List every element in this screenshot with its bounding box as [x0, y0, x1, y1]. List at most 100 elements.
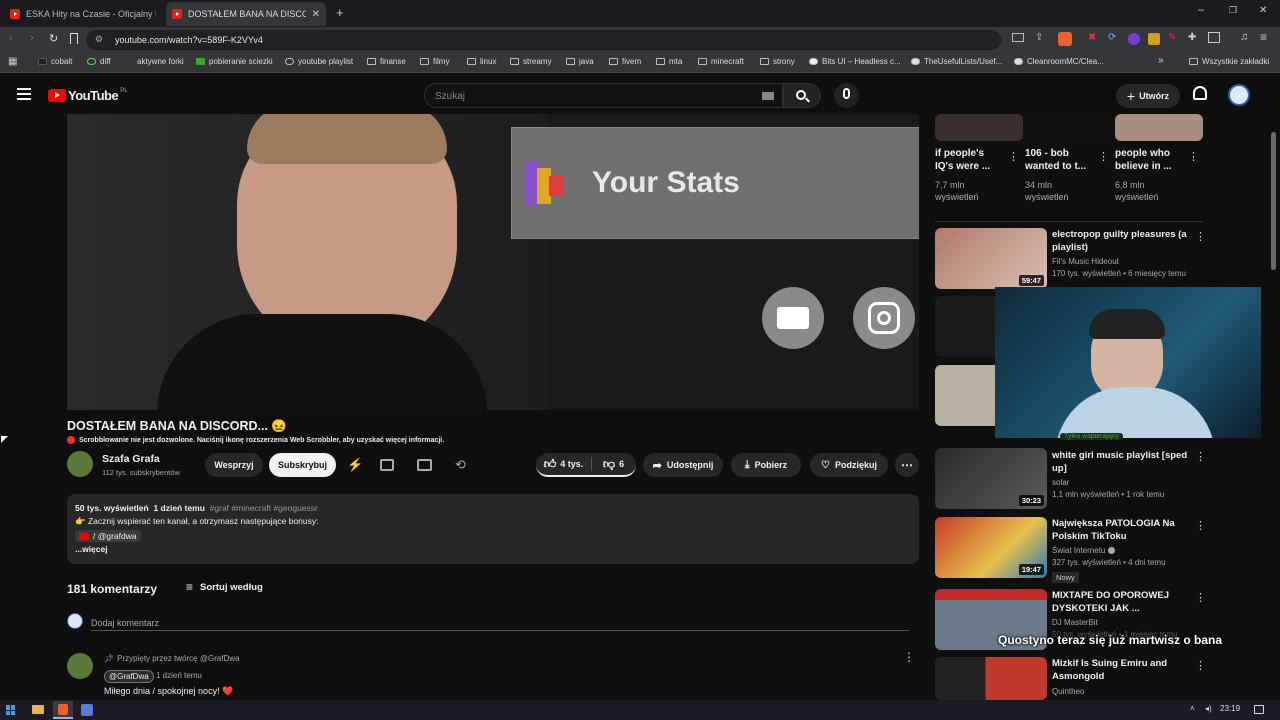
- bookmark-folder[interactable]: finanse: [367, 57, 406, 66]
- channel-link[interactable]: / @grafdwa: [75, 530, 141, 542]
- bookmark-item[interactable]: CleanroomMC/Clea...: [1014, 57, 1104, 66]
- youtube-logo[interactable]: YouTube PL: [48, 88, 128, 103]
- notifications-bell-icon[interactable]: [1193, 86, 1207, 100]
- hamburger-menu-icon[interactable]: [17, 88, 31, 100]
- share-page-icon[interactable]: ⇪: [1035, 32, 1043, 43]
- video-thumbnail[interactable]: 30:23: [935, 448, 1047, 509]
- video-title-link[interactable]: MIXTAPE DO OPOROWEJ DYSKOTEKI JAK ...: [1052, 589, 1188, 615]
- brave-shield-icon[interactable]: [1058, 32, 1072, 46]
- like-button[interactable]: 👍︎ 4 tys.: [537, 457, 591, 472]
- bookmark-item[interactable]: youtube playlist: [285, 57, 353, 66]
- lightning-icon[interactable]: ⚡: [347, 457, 363, 473]
- video-more-icon[interactable]: ⋮: [1195, 519, 1206, 532]
- bookmark-folder[interactable]: linux: [467, 57, 496, 66]
- short-more-icon[interactable]: ⋮: [1008, 150, 1019, 163]
- windows-start-icon[interactable]: [6, 705, 16, 715]
- apps-grid-icon[interactable]: ▦: [8, 56, 17, 67]
- dislike-button[interactable]: 👎︎ 6: [592, 457, 636, 472]
- bookmark-folder[interactable]: fivem: [609, 57, 641, 66]
- show-more-link[interactable]: ...więcej: [75, 544, 108, 554]
- keyboard-icon[interactable]: [762, 92, 774, 100]
- extensions-puzzle-icon[interactable]: ✚: [1188, 32, 1196, 43]
- more-actions-button[interactable]: ⋯: [895, 453, 919, 477]
- avatar[interactable]: [1228, 84, 1250, 106]
- forward-icon[interactable]: ›: [30, 32, 34, 44]
- comment-author[interactable]: @GrafDwa: [104, 670, 154, 683]
- support-button[interactable]: Wesprzyj: [205, 453, 263, 477]
- description-box[interactable]: 50 tys. wyświetleń 1 dzień temu #graf #m…: [67, 494, 919, 564]
- extension-icon[interactable]: ✖: [1088, 32, 1096, 43]
- bookmark-item[interactable]: Bits UI – Headless c...: [809, 57, 901, 66]
- bookmark-item[interactable]: aktywne forki: [124, 57, 184, 66]
- video-thumbnail[interactable]: 19:47: [935, 517, 1047, 578]
- bookmark-item[interactable]: cobalt: [38, 57, 72, 66]
- short-more-icon[interactable]: ⋮: [1098, 150, 1109, 163]
- video-thumbnail[interactable]: [935, 657, 1047, 700]
- short-title[interactable]: 106 - bob wanted to t...: [1025, 147, 1091, 173]
- short-thumbnail[interactable]: [1025, 114, 1113, 141]
- thanks-button[interactable]: ♡ Podziękuj: [810, 453, 888, 477]
- channel-name[interactable]: Szafa Grafa: [102, 453, 160, 465]
- all-bookmarks-folder[interactable]: Wszystkie zakładki: [1189, 57, 1269, 66]
- short-thumbnail[interactable]: [935, 114, 1023, 141]
- reload-icon[interactable]: ↻: [49, 32, 58, 45]
- video-title-link[interactable]: Mizkif Is Suing Emiru and Asmongold: [1052, 657, 1188, 683]
- bookmark-folder[interactable]: minecraft: [698, 57, 744, 66]
- bookmark-folder[interactable]: java: [566, 57, 594, 66]
- bookmark-folder[interactable]: mta: [656, 57, 682, 66]
- comment-more-icon[interactable]: ⋮: [903, 650, 915, 664]
- image-icon[interactable]: [380, 459, 394, 471]
- short-title[interactable]: if people's IQ's were ...: [935, 147, 995, 173]
- search-button[interactable]: [783, 83, 821, 108]
- extension-icon[interactable]: [1148, 33, 1160, 45]
- browser-tab-eska[interactable]: ESKA Hity na Czasie - Oficjalny Mix G: [4, 2, 164, 26]
- short-title[interactable]: people who believe in ...: [1115, 147, 1181, 173]
- restore-window-icon[interactable]: ❐: [1229, 5, 1237, 16]
- bookmark-item[interactable]: diff: [87, 57, 111, 66]
- close-window-icon[interactable]: ✕: [1259, 5, 1267, 16]
- video-player[interactable]: Your Stats: [67, 114, 919, 410]
- create-button[interactable]: + Utwórz: [1116, 84, 1180, 108]
- new-tab-button[interactable]: +: [336, 5, 344, 20]
- bookmark-icon[interactable]: [70, 33, 78, 44]
- video-more-icon[interactable]: ⋮: [1195, 591, 1206, 604]
- media-icon[interactable]: ♫: [1240, 31, 1248, 43]
- taskbar-brave-button[interactable]: [53, 701, 73, 719]
- tray-chevron-icon[interactable]: ˄: [1190, 704, 1195, 713]
- video-more-icon[interactable]: ⋮: [1195, 450, 1206, 463]
- bookmarks-overflow-button[interactable]: »: [1158, 55, 1164, 66]
- extension-icon[interactable]: ⟳: [1108, 32, 1116, 43]
- site-info-icon[interactable]: ⚙: [95, 34, 103, 45]
- video-more-icon[interactable]: ⋮: [1195, 659, 1206, 672]
- page-scrollbar-thumb[interactable]: [1271, 132, 1276, 270]
- channel-avatar[interactable]: [67, 451, 93, 477]
- close-tab-icon[interactable]: ✕: [312, 9, 320, 20]
- app-icon[interactable]: [81, 704, 93, 716]
- cast-icon[interactable]: [1012, 33, 1024, 42]
- volume-icon[interactable]: ◂): [1205, 704, 1212, 713]
- search-input[interactable]: Szukaj: [424, 83, 783, 108]
- add-comment-input[interactable]: Dodaj komentarz: [91, 613, 909, 631]
- miniplayer-icon[interactable]: [417, 459, 432, 471]
- minimize-window-icon[interactable]: –: [1198, 4, 1204, 16]
- video-more-icon[interactable]: ⋮: [1195, 230, 1206, 243]
- sidebar-icon[interactable]: [1208, 32, 1220, 43]
- bookmark-item[interactable]: TheUsefulLists/Usef...: [911, 57, 1002, 66]
- bookmark-folder[interactable]: filmy: [420, 57, 449, 66]
- comment-author-avatar[interactable]: [67, 653, 93, 679]
- video-title-link[interactable]: electropop guilty pleasures (a playlist): [1052, 228, 1188, 254]
- loop-icon[interactable]: ⟲: [455, 457, 466, 473]
- notification-center-icon[interactable]: [1254, 705, 1264, 714]
- extension-icon[interactable]: [1128, 33, 1140, 45]
- back-icon[interactable]: ‹: [9, 32, 13, 44]
- bookmark-folder[interactable]: strony: [760, 57, 795, 66]
- bookmark-item[interactable]: pobieranie sciezki: [196, 57, 273, 66]
- short-thumbnail[interactable]: [1115, 114, 1203, 141]
- file-explorer-icon[interactable]: [32, 705, 44, 714]
- browser-tab-active[interactable]: DOSTAŁEM BANA NA DISCORD... ✕: [166, 2, 326, 26]
- menu-icon[interactable]: ≡: [1260, 30, 1267, 44]
- sort-comments-button[interactable]: ≡ Sortuj według: [186, 580, 263, 594]
- share-button[interactable]: ➦ Udostępnij: [643, 453, 723, 477]
- download-button[interactable]: ⤓ Pobierz: [731, 453, 801, 477]
- video-title-link[interactable]: Największa PATOLOGIA Na Polskim TikToku: [1052, 517, 1188, 543]
